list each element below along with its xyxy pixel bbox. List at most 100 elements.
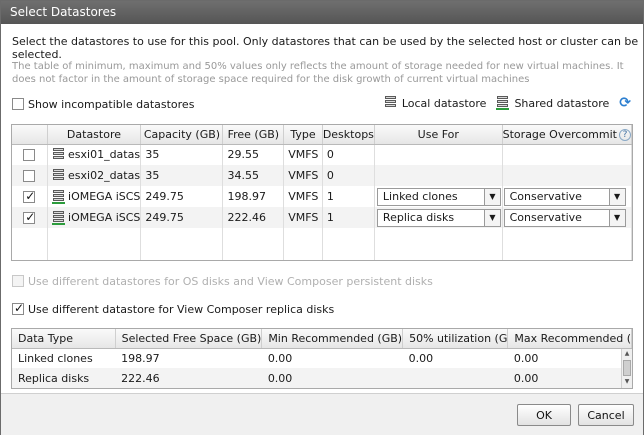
type-cell: VMFS — [283, 144, 323, 165]
desktops-cell: 0 — [322, 165, 375, 186]
free-cell: 29.55 — [222, 144, 285, 165]
summary-cell: 0.00 — [513, 351, 539, 365]
shared-datastore-icon — [496, 96, 510, 110]
use-for-cell — [374, 165, 503, 186]
use-for-cell: Linked clones ▼ — [374, 186, 503, 207]
header-datastore[interactable]: Datastore — [47, 125, 142, 145]
storage-summary-table: Data Type Selected Free Space (GB) Min R… — [11, 328, 633, 389]
datastore-name: iOMEGA iSCS — [68, 210, 141, 224]
empty-row — [12, 228, 632, 249]
shared-datastore-icon — [51, 189, 65, 204]
capacity-cell: 249.75 — [140, 207, 224, 228]
shared-datastore-label: Shared datastore — [514, 96, 610, 110]
free-cell: 198.97 — [222, 186, 285, 207]
datastore-name: iOMEGA iSCS — [68, 189, 141, 203]
datastore-select-cell[interactable] — [12, 186, 48, 207]
summary-row: Linked clones 198.97 0.00 0.00 0.00 — [12, 348, 632, 368]
select-datastores-dialog: Select Datastores Select the datastores … — [0, 0, 644, 435]
local-datastore-icon — [52, 168, 65, 183]
datastore-checkbox[interactable] — [23, 210, 35, 224]
datastore-name-cell: esxi01_datas — [47, 144, 142, 165]
replica-checkbox[interactable] — [12, 301, 24, 315]
header-min-recommended[interactable]: Min Recommended (GB) — [261, 329, 404, 349]
summary-table-header: Data Type Selected Free Space (GB) Min R… — [12, 329, 632, 349]
show-incompatible-checkbox[interactable] — [12, 98, 24, 110]
overcommit-cell — [502, 144, 632, 165]
overcommit-value: Conservative — [509, 189, 582, 203]
header-max-recommended[interactable]: Max Recommended ( — [507, 329, 632, 349]
header-free[interactable]: Free (GB) — [222, 125, 285, 145]
datastore-name: esxi02_datas — [68, 168, 141, 182]
use-for-dropdown[interactable]: Linked clones ▼ — [376, 187, 501, 206]
type-cell: VMFS — [283, 165, 323, 186]
summary-cell: 0.00 — [267, 351, 293, 365]
use-for-cell — [374, 144, 503, 165]
overcommit-cell: Conservative ▼ — [502, 186, 632, 207]
header-desktops[interactable]: Desktops — [322, 125, 375, 145]
datastore-row[interactable]: iOMEGA iSCS249.75198.97VMFS1Linked clone… — [12, 186, 632, 207]
datastore-row[interactable]: esxi02_datas 35 34.55 VMFS 0 — [12, 165, 632, 186]
help-icon[interactable]: ? — [618, 128, 631, 141]
datastore-row[interactable]: iOMEGA iSCS249.75222.46VMFS1Replica disk… — [12, 207, 632, 228]
use-for-value: Replica disks — [382, 210, 455, 224]
datastore-select-cell[interactable] — [12, 165, 48, 186]
datastore-select-cell[interactable] — [12, 207, 48, 228]
header-selected-free-space[interactable]: Selected Free Space (GB) — [115, 329, 263, 349]
chevron-down-icon[interactable]: ▼ — [483, 209, 500, 226]
replica-option[interactable]: Use different datastore for View Compose… — [12, 301, 334, 316]
ok-button[interactable]: OK — [517, 404, 571, 426]
os-disks-checkbox — [12, 275, 24, 287]
free-cell: 34.55 — [222, 165, 285, 186]
header-type[interactable]: Type — [283, 125, 323, 145]
overcommit-cell — [502, 165, 632, 186]
header-storage-overcommit-label: Storage Overcommit — [502, 127, 617, 141]
use-for-value: Linked clones — [382, 189, 458, 203]
type-cell: VMFS — [283, 186, 323, 207]
dialog-footer: OK Cancel — [1, 393, 643, 435]
datastore-table: Datastore Capacity (GB) Free (GB) Type D… — [11, 124, 633, 261]
header-use-for[interactable]: Use For — [374, 125, 503, 145]
summary-cell: Replica disks — [12, 368, 116, 388]
header-capacity[interactable]: Capacity (GB) — [140, 125, 224, 145]
datastore-legend: Local datastore Shared datastore ⟳ — [384, 95, 631, 111]
header-select — [12, 125, 48, 145]
show-incompatible-option[interactable]: Show incompatible datastores — [12, 97, 194, 111]
use-for-dropdown[interactable]: Replica disks ▼ — [376, 208, 501, 227]
refresh-icon[interactable]: ⟳ — [619, 95, 631, 111]
os-disks-label: Use different datastores for OS disks an… — [28, 274, 433, 288]
header-50-utilization[interactable]: 50% utilization (G — [402, 329, 509, 349]
show-incompatible-label: Show incompatible datastores — [28, 97, 195, 111]
local-datastore-icon — [384, 96, 397, 110]
scroll-thumb[interactable] — [623, 360, 631, 376]
os-disks-option: Use different datastores for OS disks an… — [12, 274, 433, 288]
datastore-checkbox[interactable] — [23, 149, 36, 162]
chevron-down-icon[interactable]: ▼ — [608, 209, 625, 226]
storage-overcommit-dropdown[interactable]: Conservative ▼ — [503, 187, 626, 206]
header-data-type[interactable]: Data Type — [12, 329, 116, 349]
summary-cell: 0.00 — [408, 351, 434, 365]
capacity-cell: 35 — [140, 144, 224, 165]
summary-scrollbar[interactable]: ▲ ▼ — [621, 349, 632, 388]
summary-cell: 198.97 — [121, 351, 160, 365]
datastore-checkbox[interactable] — [23, 189, 35, 203]
datastore-name: esxi01_datas — [68, 147, 141, 161]
datastore-name-cell: esxi02_datas — [47, 165, 142, 186]
scroll-up-icon[interactable]: ▲ — [622, 349, 632, 359]
storage-overcommit-dropdown[interactable]: Conservative ▼ — [503, 208, 626, 227]
datastore-checkbox[interactable] — [23, 170, 36, 182]
desktops-cell: 1 — [322, 186, 375, 207]
summary-cell: 0.00 — [507, 368, 632, 388]
datastore-name-cell: iOMEGA iSCS — [47, 207, 142, 228]
header-storage-overcommit[interactable]: Storage Overcommit? — [502, 125, 632, 145]
scroll-down-icon[interactable]: ▼ — [622, 377, 632, 387]
chevron-down-icon[interactable]: ▼ — [483, 188, 500, 205]
datastore-row[interactable]: esxi01_datas 35 29.55 VMFS 0 — [12, 144, 632, 165]
datastore-select-cell[interactable] — [12, 144, 48, 165]
chevron-down-icon[interactable]: ▼ — [608, 188, 625, 205]
empty-row — [12, 249, 632, 260]
use-for-cell: Replica disks ▼ — [374, 207, 503, 228]
cancel-button[interactable]: Cancel — [578, 404, 634, 426]
storage-note: The table of minimum, maximum and 50% va… — [12, 61, 624, 85]
desktops-cell: 1 — [322, 207, 375, 228]
overcommit-cell: Conservative ▼ — [502, 207, 632, 228]
